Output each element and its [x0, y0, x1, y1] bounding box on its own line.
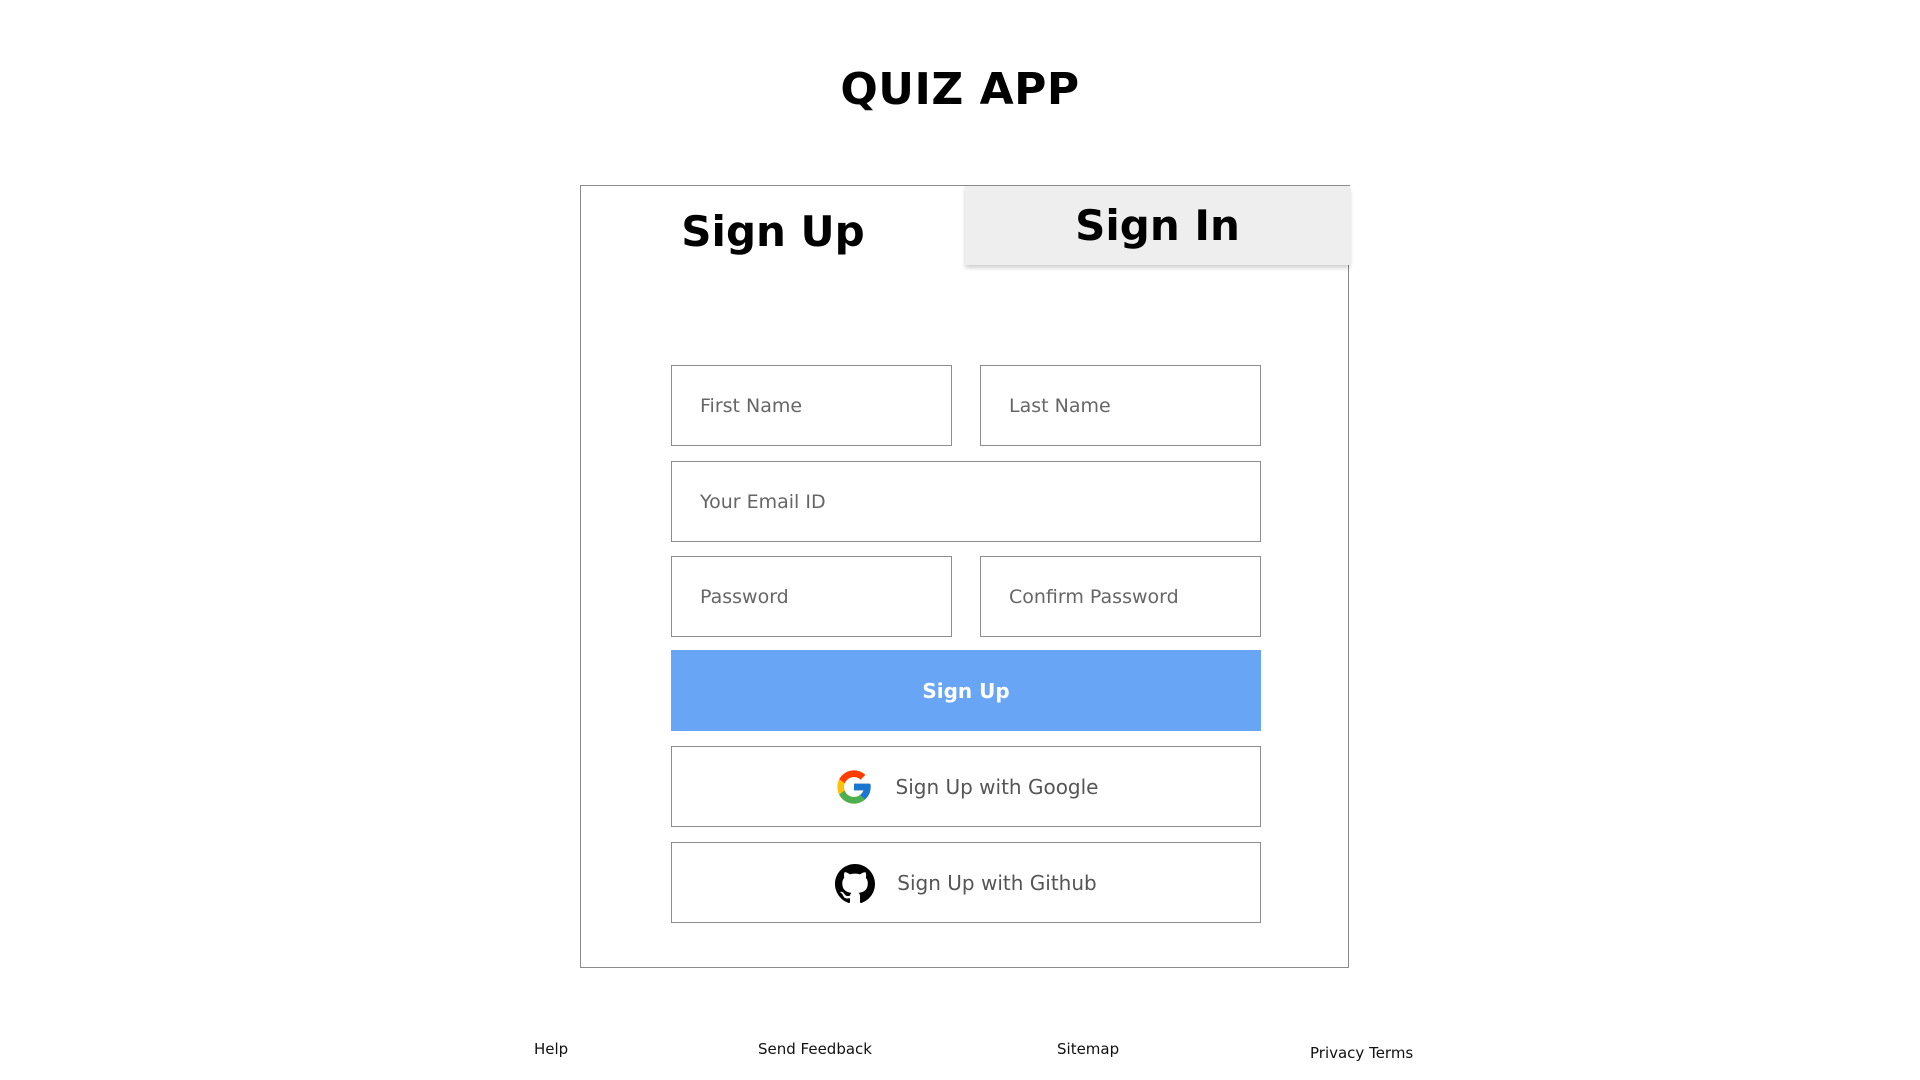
password-field[interactable]	[671, 556, 952, 637]
google-icon	[834, 767, 874, 807]
google-sign-up-button[interactable]: Sign Up with Google	[671, 746, 1261, 827]
first-name-input[interactable]	[698, 393, 951, 418]
footer-privacy-terms-link[interactable]: Privacy Terms	[1310, 1044, 1413, 1062]
last-name-field[interactable]	[980, 365, 1261, 446]
github-sign-up-button[interactable]: Sign Up with Github	[671, 842, 1261, 923]
sign-up-button[interactable]: Sign Up	[671, 650, 1261, 731]
tab-sign-up[interactable]: Sign Up	[581, 186, 965, 266]
confirm-password-input[interactable]	[1007, 584, 1260, 609]
footer-help-link[interactable]: Help	[534, 1040, 568, 1058]
page-title: QUIZ APP	[840, 64, 1080, 115]
footer-sitemap-link[interactable]: Sitemap	[1057, 1040, 1119, 1058]
email-field[interactable]	[671, 461, 1261, 542]
last-name-input[interactable]	[1007, 393, 1260, 418]
tab-sign-in[interactable]: Sign In	[965, 185, 1350, 265]
github-sign-up-label: Sign Up with Github	[897, 870, 1097, 895]
github-icon	[835, 863, 876, 903]
footer-send-feedback-link[interactable]: Send Feedback	[758, 1040, 872, 1058]
google-sign-up-label: Sign Up with Google	[895, 774, 1099, 799]
email-input[interactable]	[698, 489, 1260, 514]
password-input[interactable]	[698, 584, 951, 609]
first-name-field[interactable]	[671, 365, 952, 446]
auth-card: Sign Up Sign In Sign Up Sign Up with Goo…	[580, 185, 1350, 968]
confirm-password-field[interactable]	[980, 556, 1261, 637]
